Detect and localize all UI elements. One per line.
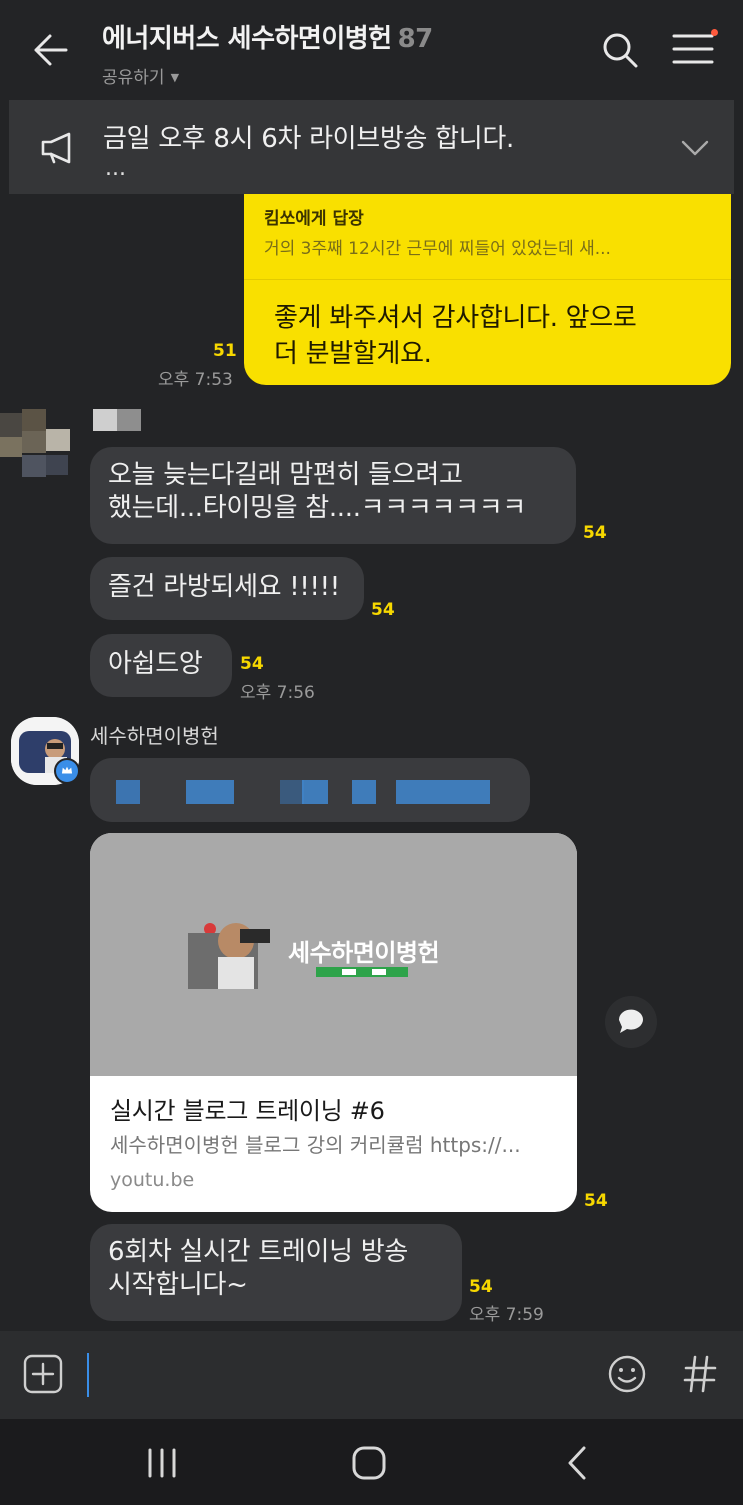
unread-count: 54 <box>584 1191 608 1211</box>
recents-icon[interactable] <box>142 1446 182 1480</box>
unread-count: 54 <box>583 523 607 543</box>
share-dropdown[interactable]: 공유하기 ▼ <box>102 63 433 88</box>
link-preview-card[interactable]: 세수하면이병헌 실시간 블로그 트레이닝 #6 세수하면이병헌 블로그 강의 커… <box>90 833 577 1212</box>
notice-text: 금일 오후 8시 6차 라이브방송 합니다. <box>103 124 514 154</box>
system-navigation-bar <box>0 1419 743 1505</box>
chat-room-name: 에너지버스 세수하면이병헌 <box>102 24 392 54</box>
text-cursor <box>87 1353 89 1397</box>
video-thumbnail[interactable]: 세수하면이병헌 <box>90 833 577 1076</box>
sender-name-blurred <box>93 409 141 431</box>
back-arrow-icon[interactable] <box>28 28 72 72</box>
megaphone-icon <box>41 132 71 164</box>
member-count: 87 <box>397 24 434 54</box>
unread-count: 54 <box>371 600 395 620</box>
emoji-icon[interactable] <box>606 1353 648 1395</box>
my-message-line1: 좋게 봐주셔서 감사합니다. 앞으로 <box>274 303 637 333</box>
message-input[interactable] <box>86 1353 586 1395</box>
plus-icon[interactable] <box>22 1353 64 1395</box>
link-description: 세수하면이병헌 블로그 강의 커리큘럼 https://... <box>110 1133 521 1157</box>
blurred-message-bubble[interactable] <box>90 758 530 822</box>
link-domain: youtu.be <box>110 1169 195 1191</box>
chevron-down-icon[interactable] <box>677 132 713 162</box>
caret-down-icon: ▼ <box>170 71 180 84</box>
unread-count: 54 <box>469 1277 493 1297</box>
message-line: 시작합니다~ <box>108 1270 248 1300</box>
message-text: 즐건 라방되세요 !!!!! <box>108 572 340 602</box>
notice-more: ... <box>105 156 126 181</box>
message-bubble[interactable]: 오늘 늦는다길래 맘편히 들으려고 했는데...타이밍을 참....ㅋㅋㅋㅋㅋㅋ… <box>90 447 576 544</box>
reply-header: 킴쏘에게 답장 <box>264 209 364 229</box>
message-text: 아쉽드앙 <box>108 649 203 679</box>
chat-title-area[interactable]: 에너지버스 세수하면이병헌 87 공유하기 ▼ <box>102 18 433 88</box>
share-icon[interactable] <box>605 996 657 1048</box>
message-line: 했는데...타이밍을 참....ㅋㅋㅋㅋㅋㅋㅋ <box>108 493 527 523</box>
unread-count: 51 <box>213 341 237 361</box>
chat-header: 에너지버스 세수하면이병헌 87 공유하기 ▼ <box>0 0 743 100</box>
my-message-line2: 더 분발할게요. <box>274 339 432 369</box>
message-bubble[interactable]: 아쉽드앙 <box>90 634 232 697</box>
link-title: 실시간 블로그 트레이닝 #6 <box>110 1097 385 1125</box>
my-message-text: 좋게 봐주셔서 감사합니다. 앞으로 더 분발할게요. <box>274 300 637 372</box>
message-line: 오늘 늦는다길래 맘편히 들으려고 <box>108 460 463 490</box>
chat-title: 에너지버스 세수하면이병헌 87 <box>102 18 433 55</box>
message-input-bar <box>0 1331 743 1419</box>
avatar[interactable] <box>0 403 72 479</box>
share-label: 공유하기 <box>102 68 165 88</box>
notice-banner[interactable]: 금일 오후 8시 6차 라이브방송 합니다. ... <box>9 100 734 194</box>
crown-badge-icon <box>54 758 80 784</box>
thumbnail-heading: 세수하면이병헌 <box>288 939 440 967</box>
unread-count: 54 <box>240 654 264 674</box>
notification-dot <box>711 29 718 36</box>
hash-icon[interactable] <box>680 1351 720 1397</box>
message-time: 오후 7:53 <box>158 370 233 390</box>
home-icon[interactable] <box>348 1444 390 1482</box>
message-time: 오후 7:59 <box>469 1305 544 1325</box>
sender-name: 세수하면이병헌 <box>90 724 219 748</box>
message-bubble[interactable]: 6회차 실시간 트레이닝 방송 시작합니다~ <box>90 1224 462 1321</box>
reply-quote[interactable]: 거의 3주째 12시간 근무에 찌들어 있었는데 새... <box>264 234 611 259</box>
message-line: 6회차 실시간 트레이닝 방송 <box>108 1237 408 1267</box>
nav-back-icon[interactable] <box>562 1444 592 1482</box>
reply-divider <box>244 279 731 280</box>
my-message-bubble[interactable]: 킴쏘에게 답장 거의 3주째 12시간 근무에 찌들어 있었는데 새... 좋게… <box>244 194 731 385</box>
search-icon[interactable] <box>598 28 642 72</box>
message-time: 오후 7:56 <box>240 683 315 703</box>
message-bubble[interactable]: 즐건 라방되세요 !!!!! <box>90 557 364 620</box>
